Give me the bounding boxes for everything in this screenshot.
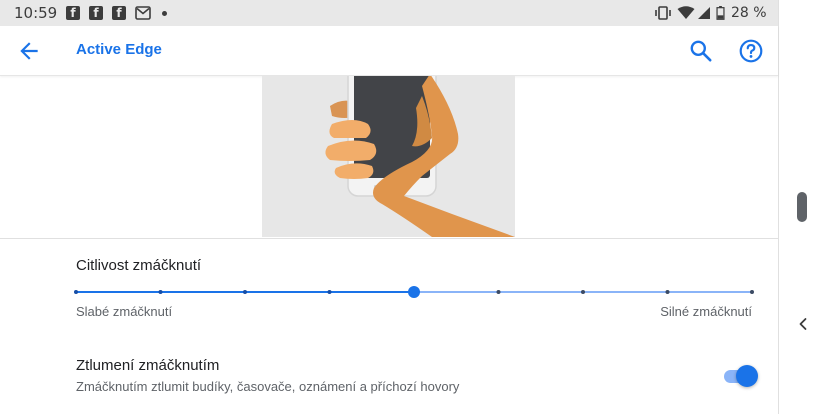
active-edge-illustration	[262, 76, 515, 237]
wifi-icon	[677, 6, 695, 19]
vibrate-icon	[655, 6, 671, 20]
section-divider	[0, 238, 778, 239]
search-icon[interactable]	[688, 38, 714, 64]
gmail-icon	[135, 6, 151, 20]
hand-squeeze-illustration	[262, 76, 515, 237]
slider-max-label: Silné zmáčknutí	[660, 304, 752, 319]
battery-icon	[716, 6, 725, 20]
slider-tick	[158, 290, 163, 294]
help-icon[interactable]	[738, 38, 764, 64]
slider-tick	[327, 290, 332, 294]
slider-tick	[581, 290, 585, 294]
slider-min-label: Slabé zmáčknutí	[76, 304, 173, 319]
toggle-thumb	[736, 365, 758, 387]
facebook-icon: f	[89, 6, 103, 20]
app-toolbar: Active Edge	[0, 26, 778, 76]
mute-toggle[interactable]	[722, 364, 758, 388]
page-title: Active Edge	[76, 41, 162, 58]
slider-tick	[750, 290, 754, 294]
signal-icon	[698, 7, 710, 19]
more-dot-icon	[162, 11, 167, 16]
status-time: 10:59	[14, 4, 58, 22]
mute-title: Ztlumení zmáčknutím	[76, 357, 220, 374]
battery-percent: 28 %	[731, 5, 767, 21]
status-bar: 10:59 f f f 28 %	[0, 0, 778, 26]
mute-subtitle: Zmáčknutím ztlumit budíky, časovače, ozn…	[76, 379, 460, 394]
facebook-icon: f	[112, 6, 126, 20]
slider-tick	[74, 290, 78, 294]
sensitivity-slider[interactable]	[70, 280, 760, 304]
arrow-back-icon[interactable]	[16, 38, 42, 64]
slider-tick	[496, 290, 501, 294]
slider-thumb[interactable]	[408, 286, 420, 298]
facebook-icon: f	[66, 6, 80, 20]
slider-tick	[243, 290, 247, 294]
nav-back-icon[interactable]	[793, 314, 813, 334]
scroll-handle[interactable]	[797, 192, 807, 222]
slider-tick	[665, 290, 670, 294]
sensitivity-title: Citlivost zmáčknutí	[76, 257, 202, 274]
